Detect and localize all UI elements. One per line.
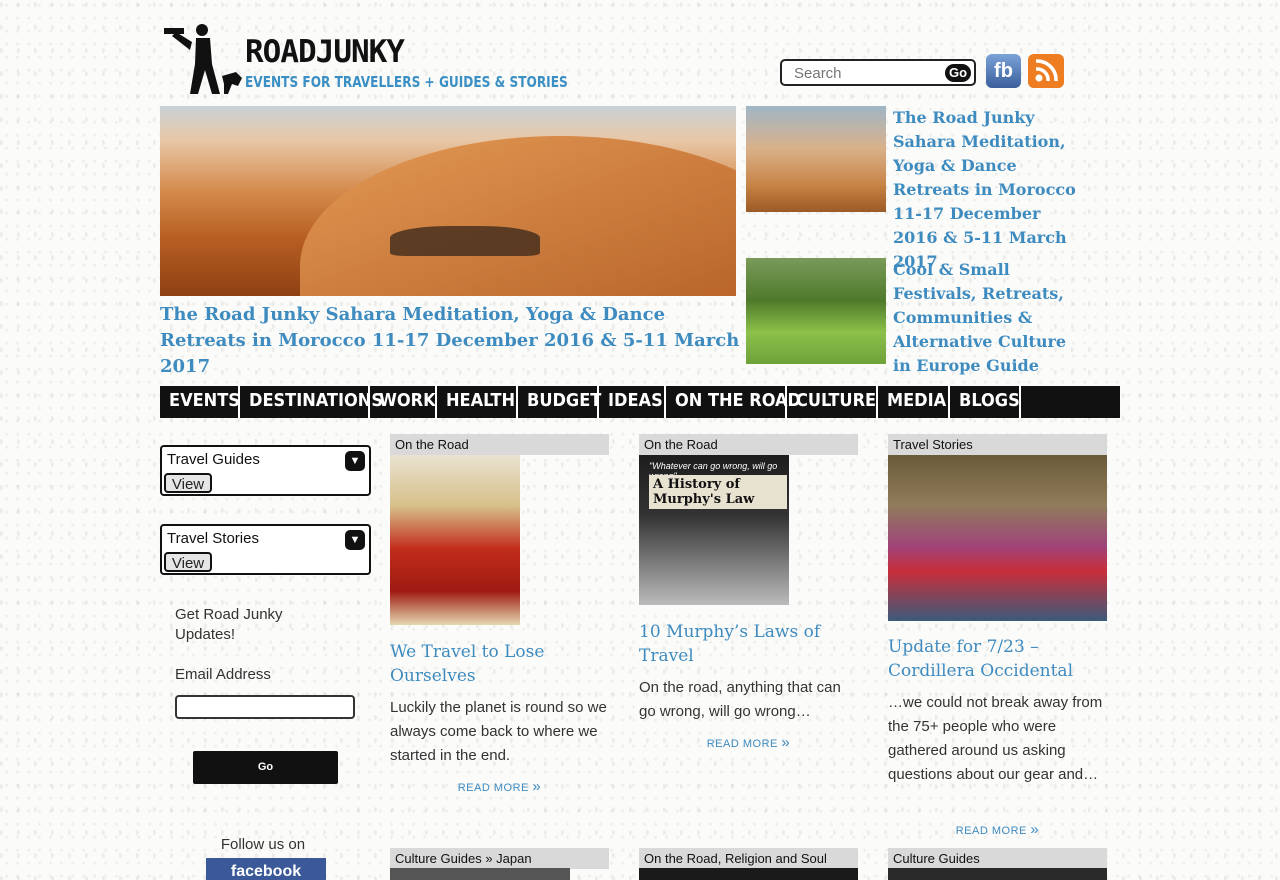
email-label: Email Address (175, 666, 271, 683)
travel-guides-view-button[interactable]: View (164, 473, 212, 493)
article-excerpt: …we could not break away from the 75+ pe… (888, 694, 1103, 783)
nav-on-the-road[interactable]: ON THE ROAD (666, 386, 801, 418)
nav-health[interactable]: HEALTH (437, 386, 518, 418)
travel-stories-dropdown[interactable]: Travel Stories ▼ View (160, 524, 371, 575)
read-more-label[interactable]: read more (458, 782, 529, 794)
search-go-button[interactable]: Go (945, 64, 971, 82)
image-title-text: A History of Murphy's Law (649, 475, 787, 509)
read-more-label[interactable]: read more (707, 738, 778, 750)
read-more-link[interactable]: read more » (390, 778, 609, 795)
article-category[interactable]: Culture Guides » Japan (390, 848, 609, 869)
travel-stories-select-label: Travel Stories (167, 530, 259, 547)
nav-blogs[interactable]: BLOGS (950, 386, 1021, 418)
chevron-down-icon[interactable]: ▼ (345, 451, 365, 471)
read-more-link[interactable]: read more » (888, 821, 1107, 838)
article-image-thumbnail[interactable] (390, 868, 570, 880)
double-arrow-icon: » (532, 778, 542, 795)
nav-events[interactable]: EVENTS (160, 386, 240, 418)
article-image-murphys-law[interactable]: "Whatever can go wrong, will go wrong" A… (639, 455, 789, 605)
email-field[interactable] (175, 695, 355, 719)
nav-media[interactable]: MEDIA (878, 386, 950, 418)
hero-dune-shape (300, 136, 736, 296)
article-category[interactable]: Culture Guides (888, 848, 1107, 869)
hero-image[interactable] (160, 106, 736, 296)
nav-ideas[interactable]: IDEAS (599, 386, 666, 418)
article-image-family[interactable] (888, 455, 1107, 621)
updates-heading: Get Road Junky Updates! (175, 606, 283, 643)
chevron-down-icon[interactable]: ▼ (345, 530, 365, 550)
article-image-thumbnail[interactable] (639, 868, 858, 880)
logo-traveller-icon[interactable] (162, 20, 244, 98)
nav-work[interactable]: WORK (370, 386, 437, 418)
hero-camp-shape (390, 226, 540, 256)
article-excerpt: Luckily the planet is round so we always… (390, 699, 607, 764)
article-title[interactable]: Update for 7/23 – Cordillera Occidental (888, 635, 1108, 683)
travel-guides-dropdown[interactable]: Travel Guides ▼ View (160, 445, 371, 496)
facebook-badge-link[interactable]: facebook (206, 858, 326, 880)
article-title[interactable]: 10 Murphy’s Laws of Travel (639, 620, 859, 668)
rss-icon[interactable] (1028, 54, 1064, 88)
nav-destinations[interactable]: DESTINATIONS (240, 386, 383, 418)
travel-stories-view-button[interactable]: View (164, 552, 212, 572)
subscribe-go-button[interactable]: Go (193, 751, 338, 784)
read-more-label[interactable]: read more (956, 825, 1027, 837)
article-category[interactable]: Travel Stories (888, 434, 1107, 455)
nav-budget[interactable]: BUDGET (518, 386, 601, 418)
featured-title-sahara[interactable]: The Road Junky Sahara Meditation, Yoga &… (893, 106, 1088, 274)
double-arrow-icon: » (1030, 821, 1040, 838)
article-image-laozi[interactable] (390, 455, 520, 625)
featured-thumbnail-sahara[interactable] (746, 106, 886, 212)
article-excerpt: On the road, anything that can go wrong,… (639, 679, 841, 720)
article-category[interactable]: On the Road, Religion and Soul (639, 848, 858, 869)
article-title[interactable]: We Travel to Lose Ourselves (390, 640, 610, 688)
search-box: Go (780, 59, 976, 86)
logo-tagline: EVENTS FOR TRAVELLERS + GUIDES & STORIES (245, 73, 568, 91)
double-arrow-icon: » (781, 734, 791, 751)
read-more-link[interactable]: read more » (639, 734, 858, 751)
featured-title-festivals[interactable]: Cool & Small Festivals, Retreats, Commun… (893, 258, 1088, 378)
follow-us-text: Follow us on (220, 836, 306, 853)
article-category[interactable]: On the Road (639, 434, 858, 455)
logo-title[interactable]: ROADJUNKY (245, 34, 405, 70)
featured-thumbnail-festivals[interactable] (746, 258, 886, 364)
travel-guides-select-label: Travel Guides (167, 451, 260, 468)
hero-caption-link[interactable]: The Road Junky Sahara Meditation, Yoga &… (160, 302, 740, 380)
facebook-icon[interactable]: fb (986, 54, 1021, 88)
article-image-thumbnail[interactable] (888, 868, 1107, 880)
main-navigation: EVENTS DESTINATIONS WORK HEALTH BUDGET I… (160, 386, 1120, 418)
nav-culture[interactable]: CULTURE (787, 386, 878, 418)
search-input[interactable] (792, 62, 946, 85)
article-category[interactable]: On the Road (390, 434, 609, 455)
